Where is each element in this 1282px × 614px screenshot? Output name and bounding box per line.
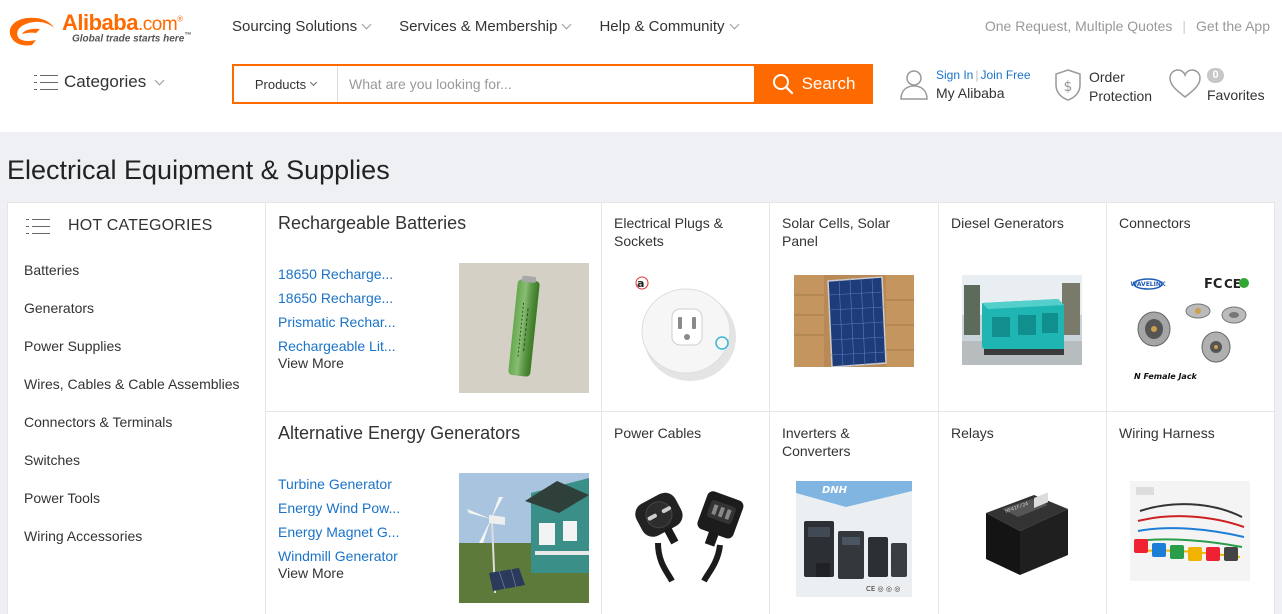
nav-help-community[interactable]: Help & Community bbox=[599, 18, 739, 35]
tile-title[interactable]: Relays bbox=[951, 424, 1091, 442]
relay-icon[interactable]: HF41F/24 bbox=[972, 487, 1072, 583]
alibaba-logo[interactable]: Alibaba.com® Global trade starts here™ bbox=[6, 8, 206, 48]
battery-icon[interactable] bbox=[459, 263, 589, 393]
sign-in-link[interactable]: Sign In bbox=[936, 68, 973, 82]
chevron-down-icon bbox=[154, 75, 165, 85]
sidebar-item-wiring-accessories[interactable]: Wiring Accessories bbox=[24, 527, 240, 565]
view-more-link[interactable]: View More bbox=[278, 565, 344, 581]
my-alibaba-link[interactable]: My Alibaba bbox=[936, 85, 1031, 101]
get-app-link[interactable]: Get the App bbox=[1196, 18, 1270, 34]
menu-icon bbox=[34, 74, 58, 90]
featured-title[interactable]: Alternative Energy Generators bbox=[278, 423, 520, 444]
sub-link[interactable]: Energy Wind Pow... bbox=[278, 500, 400, 524]
wiring-harness-icon[interactable] bbox=[1130, 481, 1250, 581]
sidebar-item-batteries[interactable]: Batteries bbox=[24, 261, 240, 299]
svg-text:$: $ bbox=[1064, 79, 1073, 95]
svg-text:N Female Jack: N Female Jack bbox=[1134, 372, 1198, 381]
search-scope-select[interactable]: Products bbox=[234, 66, 338, 102]
category-grid: Rechargeable Batteries 18650 Recharge...… bbox=[266, 202, 1275, 614]
grid-divider bbox=[601, 203, 602, 614]
join-free-link[interactable]: Join Free bbox=[980, 68, 1030, 82]
tile-title[interactable]: Wiring Harness bbox=[1119, 424, 1259, 442]
svg-text:FC: FC bbox=[1204, 277, 1222, 292]
sidebar-item-power-supplies[interactable]: Power Supplies bbox=[24, 337, 240, 375]
shield-dollar-icon: $ bbox=[1055, 69, 1081, 101]
featured-title[interactable]: Rechargeable Batteries bbox=[278, 213, 466, 234]
page-title: Electrical Equipment & Supplies bbox=[7, 155, 390, 185]
nav-services-membership[interactable]: Services & Membership bbox=[399, 18, 572, 35]
chevron-down-icon bbox=[729, 19, 739, 30]
favorites-count-badge: 0 bbox=[1207, 68, 1224, 83]
order-protection-line1: Order bbox=[1089, 69, 1125, 85]
account-block: Sign In | Join Free My Alibaba bbox=[898, 68, 1031, 101]
tile-title[interactable]: Inverters & Converters bbox=[782, 424, 922, 460]
sub-link[interactable]: 18650 Recharge... bbox=[278, 290, 396, 314]
power-cable-icon[interactable] bbox=[628, 483, 748, 583]
sub-link[interactable]: Energy Magnet G... bbox=[278, 524, 400, 548]
link-separator: | bbox=[975, 68, 979, 82]
list-icon bbox=[26, 218, 50, 234]
rfq-link[interactable]: One Request, Multiple Quotes bbox=[985, 18, 1173, 34]
user-icon bbox=[900, 70, 928, 100]
hot-categories-sidebar: HOT CATEGORIES Batteries Generators Powe… bbox=[7, 202, 266, 614]
solar-panel-icon[interactable] bbox=[794, 275, 914, 367]
chevron-down-icon bbox=[562, 19, 572, 30]
alibaba-logo-icon bbox=[9, 17, 55, 46]
sidebar-item-wires-cables[interactable]: Wires, Cables & Cable Assemblies bbox=[24, 375, 240, 413]
svg-text:WAVELINK: WAVELINK bbox=[1130, 281, 1165, 288]
svg-text:CE: CE bbox=[1224, 277, 1241, 291]
search-icon bbox=[772, 74, 793, 95]
grid-divider bbox=[1106, 203, 1107, 614]
sub-link[interactable]: Turbine Generator bbox=[278, 476, 400, 500]
order-protection-link[interactable]: $ Order Protection bbox=[1053, 68, 1152, 106]
order-protection-line2: Protection bbox=[1089, 88, 1153, 104]
categories-menu-button[interactable]: Categories bbox=[34, 72, 165, 92]
tile-title[interactable]: Connectors bbox=[1119, 214, 1259, 232]
view-more-link[interactable]: View More bbox=[278, 355, 344, 371]
search-bar: Products Search bbox=[232, 64, 873, 104]
grid-divider bbox=[266, 411, 1275, 412]
favorites-label: Favorites bbox=[1207, 87, 1265, 103]
nav-sourcing-solutions[interactable]: Sourcing Solutions bbox=[232, 18, 372, 35]
inverter-icon[interactable]: DNH CE ◎ ◎ ◎ bbox=[796, 481, 912, 597]
top-nav: Sourcing Solutions Services & Membership… bbox=[232, 18, 767, 35]
top-right-links: One Request, Multiple Quotes | Get the A… bbox=[985, 18, 1270, 34]
sub-link[interactable]: 18650 Recharge... bbox=[278, 266, 396, 290]
wind-turbine-icon[interactable] bbox=[459, 473, 589, 603]
chevron-down-icon bbox=[361, 19, 372, 30]
hot-categories-heading: HOT CATEGORIES bbox=[26, 217, 212, 235]
sub-link[interactable]: Prismatic Rechar... bbox=[278, 314, 396, 338]
sidebar-item-connectors-terminals[interactable]: Connectors & Terminals bbox=[24, 413, 240, 451]
featured-sub-links: Turbine Generator Energy Wind Pow... Ene… bbox=[278, 476, 400, 572]
logo-slogan: Global trade starts here™ bbox=[72, 32, 192, 45]
grid-divider bbox=[938, 203, 939, 614]
sidebar-item-generators[interactable]: Generators bbox=[24, 299, 240, 337]
link-separator: | bbox=[1182, 18, 1187, 34]
tile-title[interactable]: Electrical Plugs & Sockets bbox=[614, 214, 754, 250]
heart-icon bbox=[1169, 69, 1201, 98]
tile-title[interactable]: Solar Cells, Solar Panel bbox=[782, 214, 922, 250]
sidebar-item-switches[interactable]: Switches bbox=[24, 451, 240, 489]
chevron-down-icon bbox=[310, 78, 318, 87]
svg-text:DNH: DNH bbox=[822, 485, 848, 496]
search-button[interactable]: Search bbox=[754, 64, 873, 104]
tile-title[interactable]: Power Cables bbox=[614, 424, 754, 442]
svg-text:CE ◎ ◎ ◎: CE ◎ ◎ ◎ bbox=[866, 585, 900, 593]
grid-divider bbox=[769, 203, 770, 614]
featured-sub-links: 18650 Recharge... 18650 Recharge... Pris… bbox=[278, 266, 396, 362]
sidebar-item-power-tools[interactable]: Power Tools bbox=[24, 489, 240, 527]
tile-title[interactable]: Diesel Generators bbox=[951, 214, 1091, 232]
diesel-generator-icon[interactable] bbox=[962, 275, 1082, 365]
favorites-link[interactable]: 0 Favorites bbox=[1168, 68, 1265, 103]
connector-icon[interactable]: WAVELINK FC CE N Female Jack bbox=[1128, 271, 1252, 387]
categories-label: Categories bbox=[64, 72, 147, 91]
site-header: Alibaba.com® Global trade starts here™ S… bbox=[0, 0, 1282, 132]
search-input[interactable] bbox=[338, 66, 754, 102]
smart-plug-icon[interactable]: a bbox=[634, 271, 746, 383]
hot-categories-list: Batteries Generators Power Supplies Wire… bbox=[24, 261, 240, 565]
